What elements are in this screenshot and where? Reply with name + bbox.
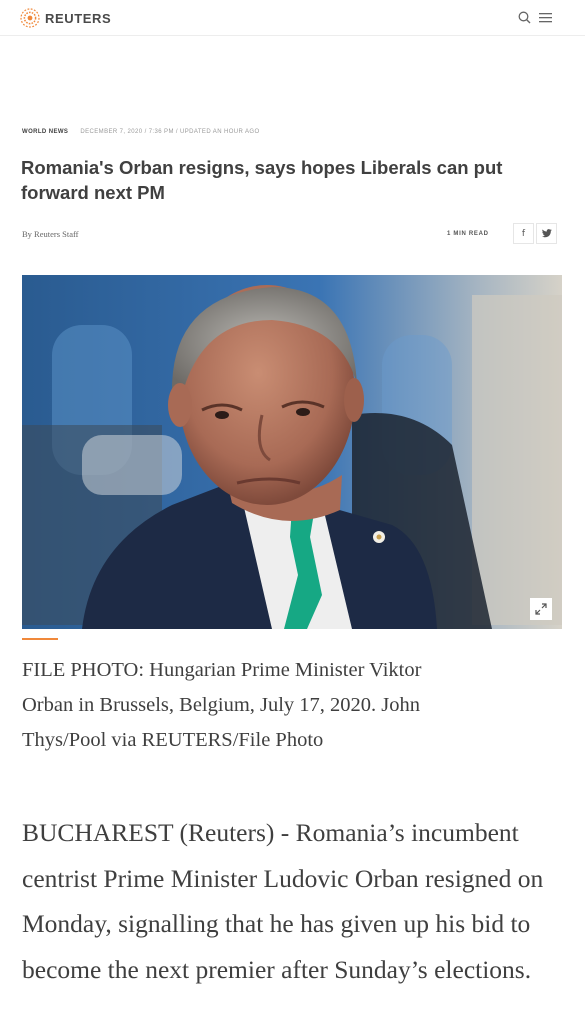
article-dateline: DECEMBER 7, 2020 / 7:36 PM / UPDATED AN … <box>80 129 260 135</box>
share-buttons: f <box>513 223 557 244</box>
top-navigation-bar: REUTERS <box>0 0 585 36</box>
section-link[interactable]: WORLD NEWS <box>22 129 68 135</box>
article-photo[interactable] <box>22 275 562 629</box>
read-time-label: 1 MIN READ <box>447 231 489 237</box>
facebook-icon: f <box>521 228 526 239</box>
article-body: BUCHAREST (Reuters) - Romania’s incumben… <box>22 818 544 984</box>
article-meta: WORLD NEWS DECEMBER 7, 2020 / 7:36 PM / … <box>22 129 260 135</box>
caption-accent-line <box>22 638 58 640</box>
facebook-share-button[interactable]: f <box>513 223 534 244</box>
expand-icon <box>535 603 547 615</box>
menu-icon[interactable] <box>539 12 552 23</box>
reuters-logo-icon <box>20 8 40 28</box>
reuters-logo[interactable]: REUTERS <box>20 8 111 28</box>
twitter-share-button[interactable] <box>536 223 557 244</box>
twitter-icon <box>541 229 552 238</box>
article-headline: Romania's Orban resigns, says hopes Libe… <box>21 157 503 203</box>
search-icon[interactable] <box>518 11 531 24</box>
article-byline: By Reuters Staff <box>22 229 79 239</box>
photo-caption: FILE PHOTO: Hungarian Prime Minister Vik… <box>22 659 422 751</box>
expand-photo-button[interactable] <box>530 598 552 620</box>
photo-image <box>22 275 562 629</box>
brand-name: REUTERS <box>45 10 112 26</box>
